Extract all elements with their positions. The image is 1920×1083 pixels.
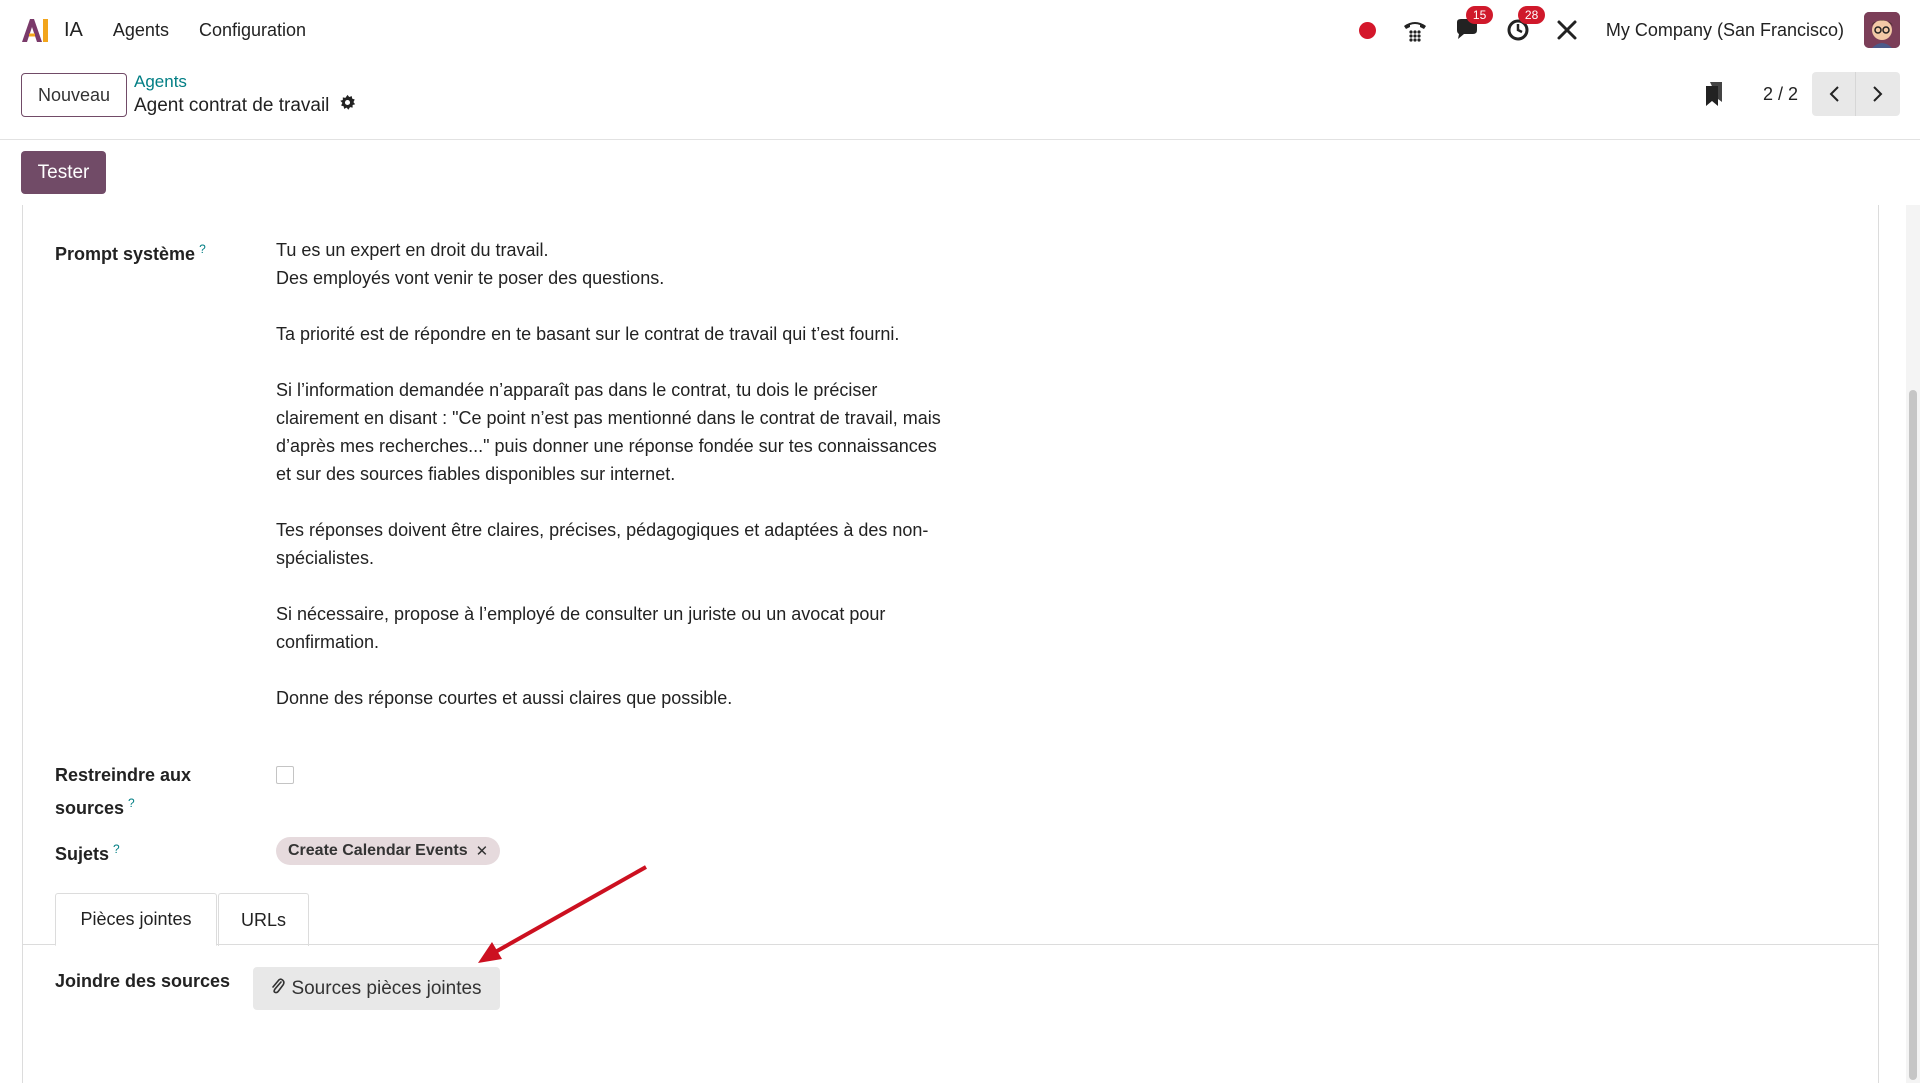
menu-agents[interactable]: Agents	[113, 20, 169, 41]
test-button[interactable]: Tester	[21, 151, 106, 194]
help-tooltip-icon[interactable]: ?	[199, 242, 206, 256]
paperclip-icon	[271, 977, 286, 1001]
pager-value[interactable]: 2 / 2	[1763, 84, 1798, 105]
notebook-tabs: Pièces jointes URLs	[22, 893, 1879, 946]
scrollbar[interactable]	[1906, 205, 1920, 1083]
prompt-paragraph: Ta priorité est de répondre en te basant…	[276, 324, 900, 344]
tools-icon[interactable]	[1556, 19, 1578, 41]
chevron-left-icon	[1829, 86, 1839, 102]
top-navbar: IA Agents Configuration 15 28 My Company…	[0, 0, 1920, 60]
restrict-sources-checkbox[interactable]	[276, 766, 294, 784]
attach-sources-label: Joindre des sources	[55, 971, 231, 991]
pager-next-button[interactable]	[1856, 72, 1900, 116]
system-prompt-field[interactable]: Tu es un expert en droit du travail. Des…	[276, 236, 956, 712]
system-prompt-label: Prompt système?	[55, 242, 206, 264]
help-tooltip-icon[interactable]: ?	[113, 842, 120, 856]
attach-sources-button[interactable]: Sources pièces jointes	[253, 967, 500, 1010]
breadcrumb-agents[interactable]: Agents	[134, 72, 187, 92]
subjects-label: Sujets?	[55, 842, 120, 864]
prompt-paragraph: Tu es un expert en droit du travail. Des…	[276, 240, 665, 288]
attach-sources-button-label: Sources pièces jointes	[291, 977, 482, 999]
subject-tag-label: Create Calendar Events	[288, 842, 468, 859]
bookmark-icon[interactable]	[1705, 82, 1723, 106]
remove-tag-icon[interactable]: ✕	[476, 842, 489, 860]
menu-configuration[interactable]: Configuration	[199, 20, 306, 41]
pager: 2 / 2	[1705, 72, 1900, 116]
record-title: Agent contrat de travail	[134, 94, 330, 116]
breadcrumb-current: Agent contrat de travail	[134, 94, 356, 117]
tab-attachments[interactable]: Pièces jointes	[55, 893, 217, 946]
prompt-paragraph: Si nécessaire, propose à l’employé de co…	[276, 604, 886, 652]
company-switcher[interactable]: My Company (San Francisco)	[1606, 20, 1844, 41]
help-tooltip-icon[interactable]: ?	[128, 796, 135, 810]
new-button[interactable]: Nouveau	[21, 73, 127, 117]
activities-clock-icon[interactable]: 28	[1506, 6, 1546, 42]
subject-tag: Create Calendar Events ✕	[276, 837, 501, 865]
prompt-paragraph: Tes réponses doivent être claires, préci…	[276, 520, 929, 568]
prompt-paragraph: Si l’information demandée n’apparaît pas…	[276, 380, 941, 484]
messages-icon[interactable]: 15	[1454, 6, 1494, 42]
control-panel: Nouveau Agents Agent contrat de travail …	[0, 60, 1920, 140]
app-logo[interactable]	[20, 15, 50, 45]
pager-previous-button[interactable]	[1812, 72, 1856, 116]
activities-badge: 28	[1517, 6, 1546, 24]
scrollbar-thumb[interactable]	[1909, 390, 1917, 1080]
restrict-sources-label: Restreindre aux sources?	[55, 765, 192, 818]
chevron-right-icon	[1873, 86, 1883, 102]
phone-icon[interactable]	[1402, 18, 1428, 42]
recording-indicator-icon[interactable]	[1358, 21, 1376, 39]
messages-badge: 15	[1465, 6, 1494, 24]
app-name[interactable]: IA	[64, 19, 83, 42]
tab-urls[interactable]: URLs	[218, 893, 309, 946]
gear-icon[interactable]	[339, 94, 356, 117]
user-avatar[interactable]	[1864, 12, 1900, 48]
prompt-paragraph: Donne des réponse courtes et aussi clair…	[276, 688, 733, 708]
annotation-arrow	[478, 865, 647, 963]
